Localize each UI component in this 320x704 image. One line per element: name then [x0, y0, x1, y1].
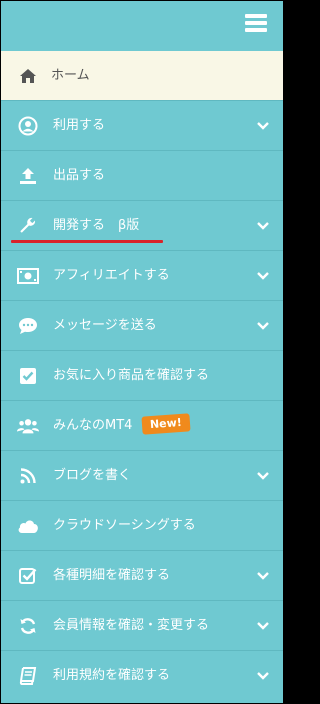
menu-item-label: 出品する — [53, 168, 106, 183]
menu-item-label: 会員情報を確認・変更する — [53, 618, 210, 633]
money-icon — [17, 251, 39, 300]
menu-item-statements[interactable]: 各種明細を確認する — [1, 550, 283, 600]
menu-item-message[interactable]: メッセージを送る — [1, 300, 283, 350]
menu-item-label: クラウドソーシングする — [53, 518, 196, 533]
chevron-down-icon[interactable] — [257, 251, 269, 300]
chevron-down-icon[interactable] — [257, 551, 269, 600]
chevron-down-icon[interactable] — [257, 201, 269, 250]
menu-item-affiliate[interactable]: アフィリエイトする — [1, 250, 283, 300]
menu-item-label-group: みんなのMT4 New! — [53, 401, 191, 450]
sidebar-header — [1, 1, 283, 51]
menu-item-develop[interactable]: 開発する β版 — [1, 200, 283, 250]
menu-item-home[interactable]: ホーム — [1, 51, 283, 100]
nav-menu: ホーム 利用する 出品する 開発する β版 アフィリエイトする メッセージを送る… — [1, 51, 283, 700]
menu-item-label: アフィリエイトする — [53, 268, 170, 283]
rss-icon — [17, 451, 39, 500]
menu-item-label: メッセージを送る — [53, 318, 157, 333]
menu-item-label: 利用規約を確認する — [53, 668, 171, 683]
menu-item-label: みんなのMT4 — [53, 418, 133, 433]
highlight-underline — [11, 240, 163, 243]
menu-item-terms[interactable]: 利用規約を確認する — [1, 650, 283, 700]
refresh-icon — [17, 601, 39, 650]
menu-item-member-info[interactable]: 会員情報を確認・変更する — [1, 600, 283, 650]
users-icon — [17, 401, 39, 450]
chevron-down-icon[interactable] — [257, 451, 269, 500]
menu-item-list[interactable]: 出品する — [1, 150, 283, 200]
menu-item-crowdsourcing[interactable]: クラウドソーシングする — [1, 500, 283, 550]
menu-item-favorites[interactable]: お気に入り商品を確認する — [1, 350, 283, 400]
chevron-down-icon[interactable] — [257, 651, 269, 700]
menu-item-label: 利用する — [53, 118, 106, 133]
menu-item-label: ホーム — [51, 68, 90, 83]
check-square-icon — [17, 551, 39, 600]
new-badge: New! — [141, 412, 191, 435]
chevron-down-icon[interactable] — [257, 301, 269, 350]
sidebar-menu: ホーム 利用する 出品する 開発する β版 アフィリエイトする メッセージを送る… — [1, 1, 283, 703]
checkbox-icon — [17, 351, 39, 400]
chevron-down-icon[interactable] — [257, 101, 269, 150]
book-icon — [17, 651, 39, 700]
menu-item-blog[interactable]: ブログを書く — [1, 450, 283, 500]
menu-item-label: お気に入り商品を確認する — [53, 368, 210, 383]
upload-icon — [17, 151, 39, 200]
menu-item-label: ブログを書く — [53, 468, 132, 483]
menu-item-mt4[interactable]: みんなのMT4 New! — [1, 400, 283, 450]
cloud-icon — [17, 501, 39, 550]
menu-item-use[interactable]: 利用する — [1, 100, 283, 150]
user-circle-icon — [17, 101, 39, 150]
hamburger-icon[interactable] — [245, 14, 267, 32]
menu-item-label: 各種明細を確認する — [53, 568, 171, 583]
chat-bubble-icon — [17, 301, 39, 350]
home-icon — [17, 51, 39, 100]
chevron-down-icon[interactable] — [257, 601, 269, 650]
